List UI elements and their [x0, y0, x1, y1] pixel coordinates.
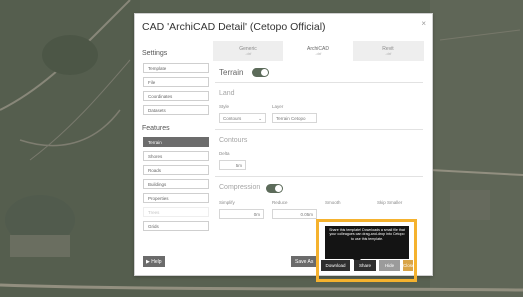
close-icon[interactable]: ×	[421, 19, 426, 28]
help-label: Help	[151, 259, 162, 265]
format-tabs: Generic ..dxf ArchiCAD ..dxf Revit ..dxf	[213, 41, 424, 61]
style-value: Contours	[223, 116, 242, 121]
close-button[interactable]: Close	[403, 260, 413, 271]
sidebar-item-file[interactable]: File	[143, 77, 209, 87]
sidebar-item-template[interactable]: Template	[143, 63, 209, 73]
land-label: Land	[219, 90, 235, 97]
simplify-label: Simplify	[219, 200, 235, 205]
delta-label: Delta	[219, 151, 230, 156]
play-icon: ▶	[146, 259, 150, 265]
sidebar-item-roads[interactable]: Roads	[143, 165, 209, 175]
hide-button[interactable]: Hide	[379, 260, 400, 271]
features-heading: Features	[142, 125, 170, 132]
dialog-title: CAD 'ArchiCAD Detail' (Cetopo Official)	[142, 21, 326, 33]
divider	[215, 176, 423, 177]
skip-smaller-label: Skip Smaller	[377, 200, 403, 205]
sidebar-item-buildings[interactable]: Buildings	[143, 179, 209, 189]
sidebar-item-shores[interactable]: Shores	[143, 151, 209, 161]
tab-sublabel: ..dxf	[314, 52, 322, 56]
delta-input[interactable]: 5m	[219, 160, 246, 170]
sidebar-item-terrain[interactable]: Terrain	[143, 137, 209, 147]
sidebar-item-grids[interactable]: Grids	[143, 221, 209, 231]
layer-label: Layer	[272, 104, 284, 109]
settings-heading: Settings	[142, 50, 168, 57]
share-button[interactable]: Share	[354, 260, 376, 271]
style-select[interactable]: Contours ⌄	[219, 113, 266, 123]
layer-input[interactable]: Terrain Cetopo	[272, 113, 317, 123]
help-button[interactable]: ▶ Help	[143, 256, 165, 267]
terrain-label: Terrain	[219, 68, 244, 77]
toggle-knob	[261, 69, 268, 76]
contours-label: Contours	[219, 137, 248, 144]
compression-toggle[interactable]	[266, 184, 283, 193]
tab-revit[interactable]: Revit ..dxf	[353, 41, 423, 61]
reduce-label: Reduce	[272, 200, 288, 205]
sidebar-item-properties[interactable]: Properties	[143, 193, 209, 203]
tab-archicad[interactable]: ArchiCAD ..dxf	[283, 41, 353, 61]
compression-label: Compression	[219, 184, 261, 191]
divider	[215, 82, 423, 83]
reduce-input[interactable]: 0.05m	[272, 209, 317, 219]
chevron-down-icon: ⌄	[258, 116, 262, 121]
sidebar-item-coordinates[interactable]: Coordinates	[143, 91, 209, 101]
save-as-button[interactable]: Save As	[291, 256, 317, 267]
screen: CAD 'ArchiCAD Detail' (Cetopo Official) …	[0, 0, 523, 297]
smooth-label: Smooth	[325, 200, 341, 205]
simplify-input[interactable]: 0m	[219, 209, 264, 219]
share-tooltip: Share this template! Downloads a small f…	[325, 226, 409, 263]
tab-sublabel: ..dxf	[244, 52, 252, 56]
style-label: Style	[219, 104, 230, 109]
tab-generic[interactable]: Generic ..dxf	[213, 41, 283, 61]
terrain-toggle[interactable]	[252, 68, 269, 77]
tab-sublabel: ..dxf	[384, 52, 392, 56]
toggle-knob	[275, 185, 282, 192]
download-button[interactable]: Download	[321, 260, 350, 271]
sidebar-item-datasets[interactable]: Datasets	[143, 105, 209, 115]
sidebar-item-trees[interactable]: Trees	[143, 207, 209, 217]
divider	[215, 129, 423, 130]
